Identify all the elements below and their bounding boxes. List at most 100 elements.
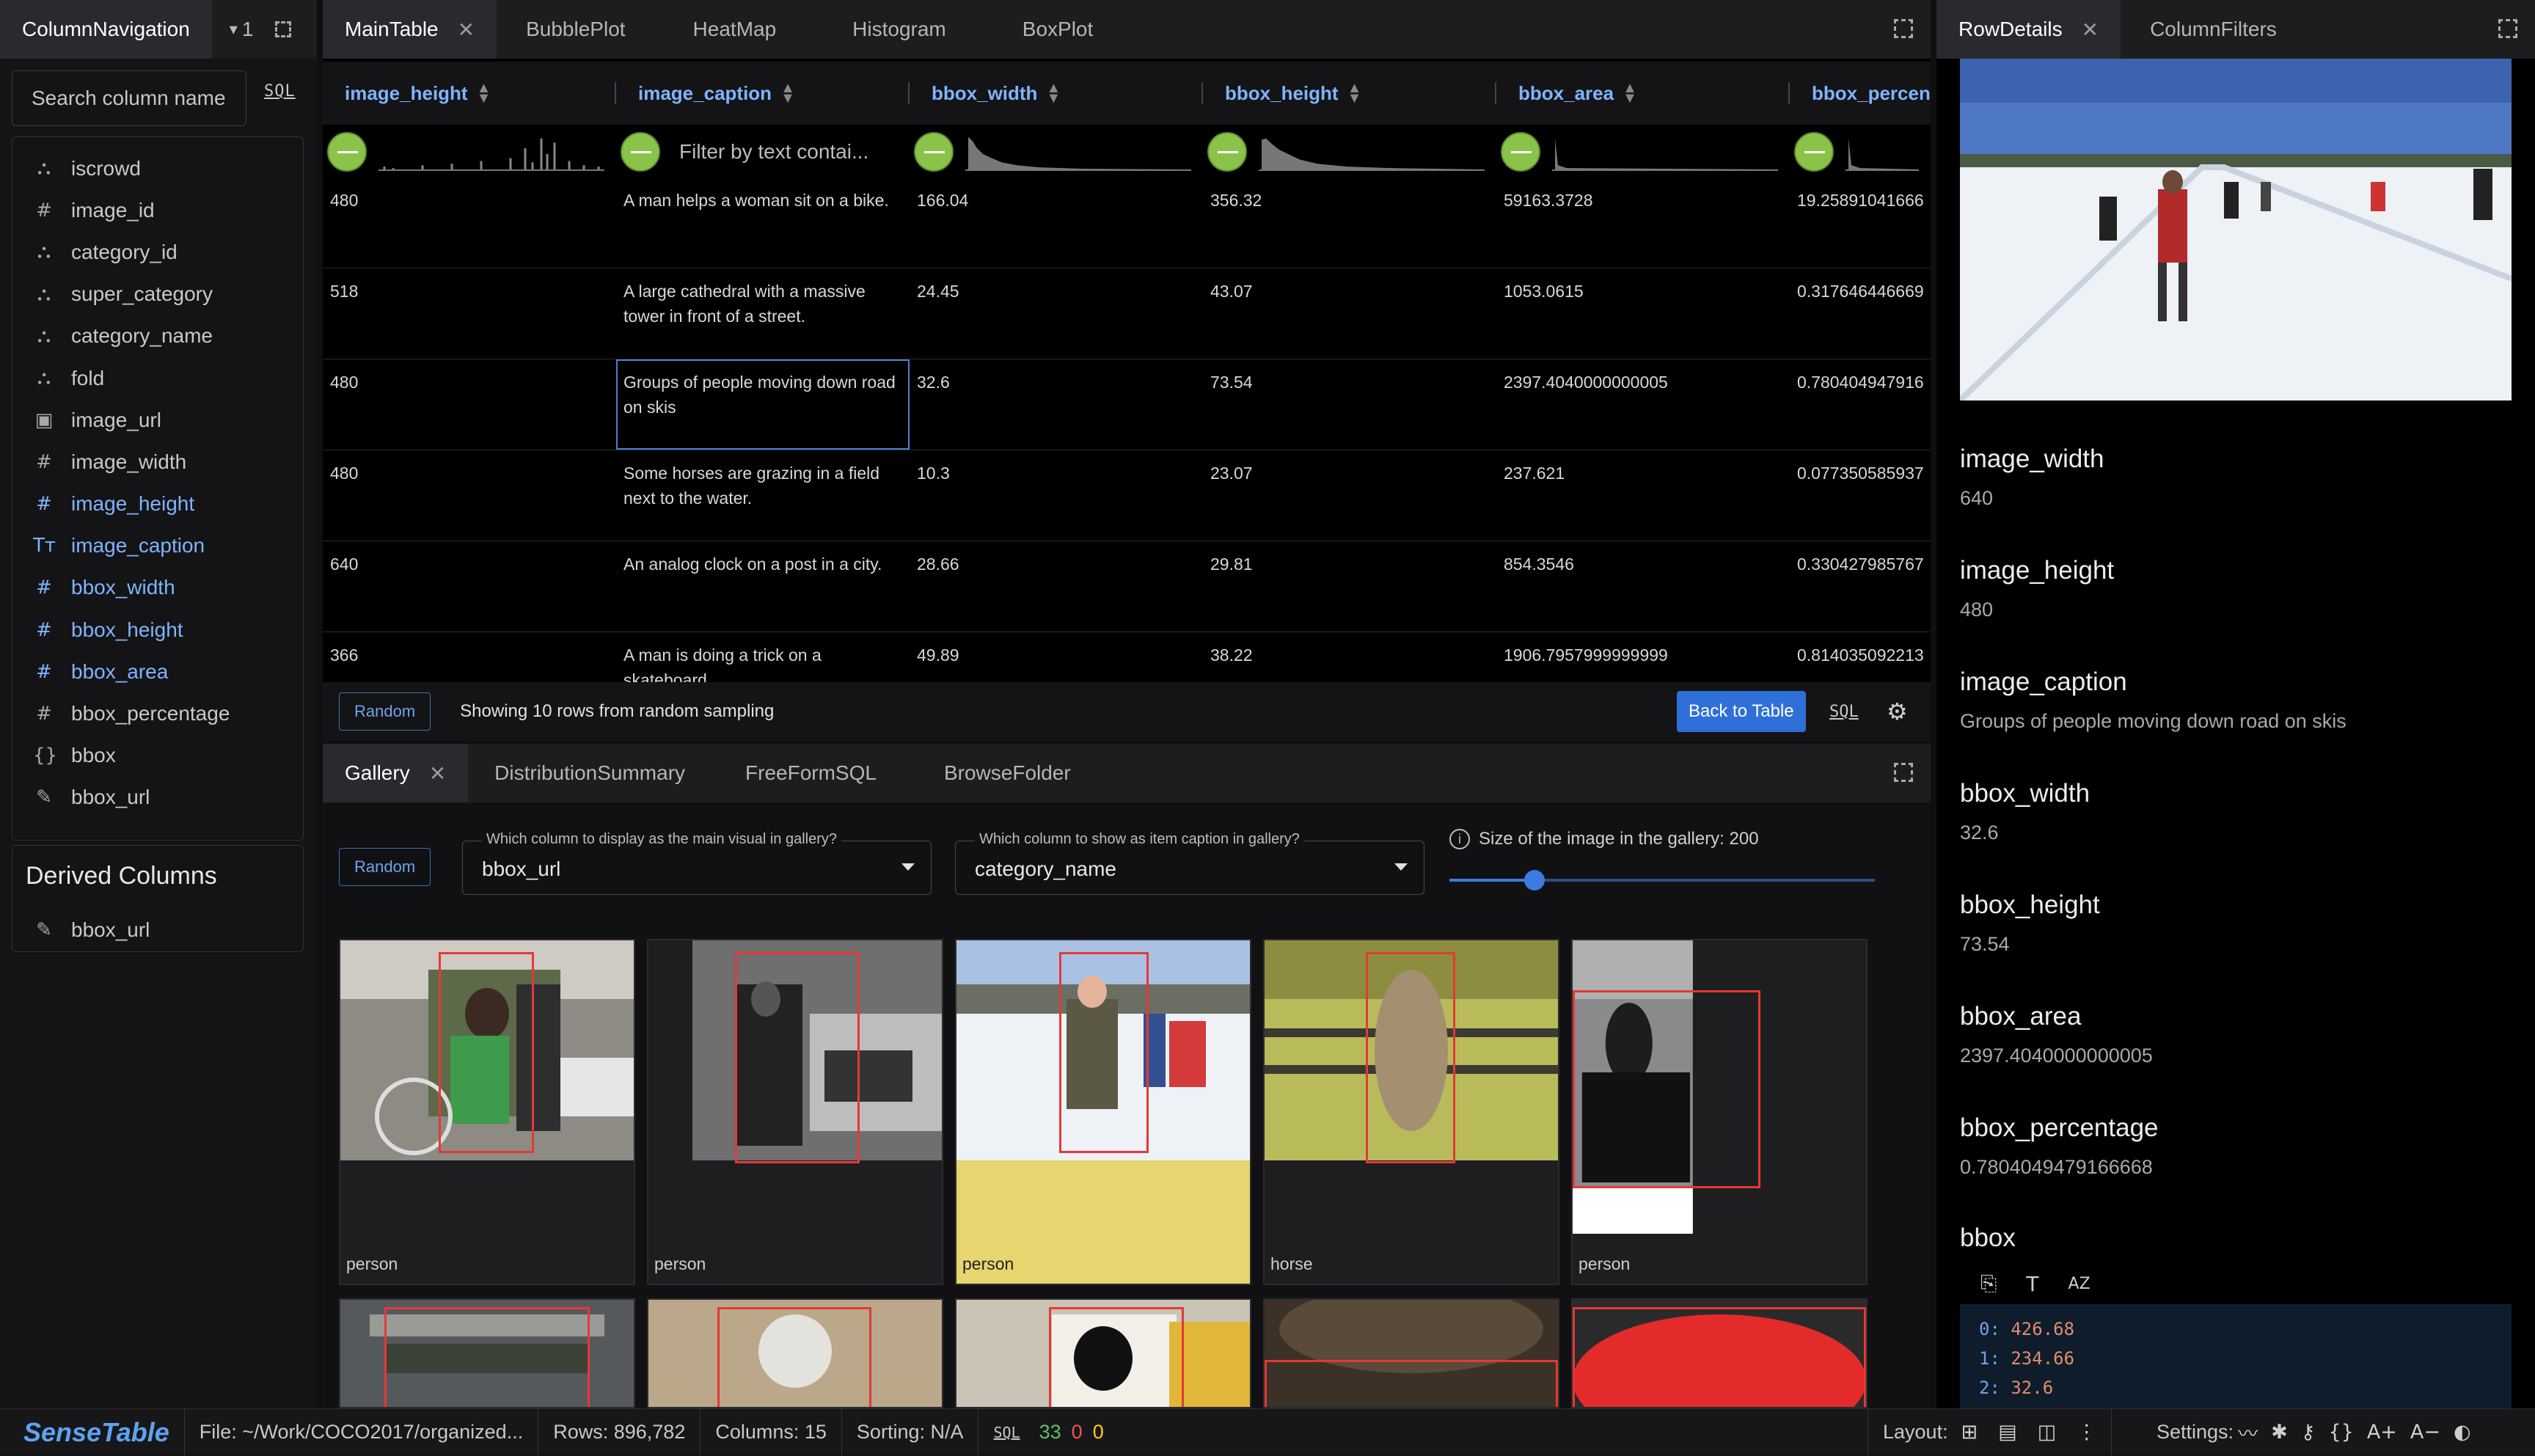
filter-toggle[interactable] <box>914 132 954 172</box>
chart-line-icon[interactable]: 〰 <box>2238 1418 2258 1446</box>
table-cell-image-height[interactable]: 640 <box>323 541 616 632</box>
tab-column-navigation[interactable]: ColumnNavigation <box>0 0 212 59</box>
visual-column-select[interactable]: Which column to display as the main visu… <box>462 831 932 895</box>
column-header-bbox-height[interactable]: bbox_height ▲ ▼ <box>1203 62 1496 125</box>
table-cell-bbox-percentage[interactable]: 19.25891041666 <box>1790 178 1931 268</box>
tab-histogram[interactable]: Histogram <box>814 0 984 59</box>
sort-icon[interactable]: ▲ ▼ <box>477 81 491 106</box>
table-cell-bbox-percentage[interactable]: 0.814035092213 <box>1790 632 1931 683</box>
table-cell-bbox-percentage[interactable]: 0.317646446669 <box>1790 268 1931 359</box>
layout-rows-icon[interactable]: ▤ <box>1998 1421 2017 1444</box>
random-button[interactable]: Random <box>339 692 431 731</box>
column-item-bbox-percentage[interactable]: # bbox_percentage <box>12 692 303 734</box>
table-cell-bbox-percentage[interactable]: 0.077350585937 <box>1790 450 1931 541</box>
gallery-item[interactable] <box>1263 1298 1559 1408</box>
table-row[interactable]: 480 Groups of people moving down road on … <box>323 359 1931 450</box>
close-icon[interactable]: ✕ <box>429 761 446 786</box>
layout-columns-icon[interactable]: ◫ <box>2038 1421 2057 1444</box>
column-item-super-category[interactable]: ⛬ super_category <box>12 274 303 315</box>
column-item-bbox-height[interactable]: # bbox_height <box>12 609 303 651</box>
table-cell-bbox-height[interactable]: 29.81 <box>1203 541 1496 632</box>
detail-value[interactable]: 0.7804049479166668 <box>1960 1156 2159 1179</box>
table-cell-image-caption[interactable]: A man helps a woman sit on a bike. <box>616 178 910 268</box>
detail-value[interactable]: 480 <box>1960 599 2114 621</box>
expand-icon[interactable] <box>1894 763 1913 782</box>
text-format-icon[interactable]: T <box>2026 1272 2038 1296</box>
table-cell-image-height[interactable]: 480 <box>323 359 616 450</box>
close-icon[interactable]: ✕ <box>458 18 475 42</box>
table-cell-bbox-area[interactable]: 854.3546 <box>1496 541 1790 632</box>
column-search-input[interactable]: Search column name <box>12 70 246 126</box>
column-header-bbox-area[interactable]: bbox_area ▲ ▼ <box>1496 62 1790 125</box>
table-row[interactable]: 640 An analog clock on a post in a city. 2… <box>323 541 1931 632</box>
gallery-item[interactable]: horse <box>1263 939 1559 1285</box>
chevron-down-icon[interactable]: ▾ <box>230 20 238 39</box>
expand-icon[interactable] <box>2498 19 2517 38</box>
key-icon[interactable]: ⚷ <box>2301 1421 2316 1444</box>
gallery-random-button[interactable]: Random <box>339 848 431 886</box>
column-item-bbox-width[interactable]: # bbox_width <box>12 567 303 609</box>
filter-toggle[interactable] <box>1501 132 1540 172</box>
table-cell-bbox-area[interactable]: 59163.3728 <box>1496 178 1790 268</box>
gallery-item-selected[interactable]: person <box>955 939 1251 1285</box>
histogram-sparkline[interactable] <box>965 133 1191 171</box>
layout-grid-icon[interactable]: ⊞ <box>1961 1421 1978 1444</box>
table-cell-bbox-width[interactable]: 24.45 <box>910 268 1203 359</box>
tab-row-details[interactable]: RowDetails ✕ <box>1936 0 2121 59</box>
caption-filter-input[interactable]: Filter by text contai... <box>679 140 868 164</box>
sql-button[interactable]: SQL <box>1829 703 1859 721</box>
size-slider-thumb[interactable] <box>1524 870 1545 890</box>
sql-label[interactable]: SQL <box>993 1424 1020 1441</box>
gallery-item[interactable] <box>1571 1298 1868 1408</box>
column-header-image-caption[interactable]: image_caption ▲ ▼ <box>616 62 910 125</box>
table-cell-image-caption[interactable]: A man is doing a trick on a skateboard. <box>616 632 910 683</box>
size-slider[interactable] <box>1449 870 1875 890</box>
gallery-item[interactable]: person <box>1571 939 1868 1285</box>
table-cell-bbox-width[interactable]: 32.6 <box>910 359 1203 450</box>
table-cell-bbox-height[interactable]: 43.07 <box>1203 268 1496 359</box>
table-cell-bbox-height[interactable]: 38.22 <box>1203 632 1496 683</box>
tab-box-plot[interactable]: BoxPlot <box>984 0 1132 59</box>
caption-column-select[interactable]: Which column to show as item caption in … <box>955 831 1424 895</box>
detail-value[interactable]: 640 <box>1960 487 2104 510</box>
detail-value[interactable]: 32.6 <box>1960 822 2090 844</box>
table-cell-bbox-width[interactable]: 166.04 <box>910 178 1203 268</box>
table-cell-bbox-area[interactable]: 237.621 <box>1496 450 1790 541</box>
table-row[interactable]: 480 A man helps a woman sit on a bike. 166… <box>323 178 1931 268</box>
clipboard-icon[interactable]: ⎘ <box>1980 1271 1997 1296</box>
column-item-image-height[interactable]: # image_height <box>12 483 303 525</box>
table-row[interactable]: 480 Some horses are grazing in a field ne… <box>323 450 1931 541</box>
detail-value[interactable]: Groups of people moving down road on ski… <box>1960 710 2346 733</box>
gallery-item[interactable] <box>339 1298 635 1408</box>
expand-icon[interactable] <box>275 21 292 37</box>
bug-icon[interactable]: ✱ <box>2271 1421 2288 1444</box>
font-decrease-icon[interactable]: A− <box>2410 1421 2440 1444</box>
table-cell-image-caption[interactable]: An analog clock on a post in a city. <box>616 541 910 632</box>
tab-bubble-plot[interactable]: BubblePlot <box>497 0 654 59</box>
tab-heat-map[interactable]: HeatMap <box>655 0 815 59</box>
tab-main-table[interactable]: MainTable ✕ <box>323 0 497 59</box>
dark-mode-icon[interactable]: ◐ <box>2454 1421 2471 1444</box>
column-header-bbox-width[interactable]: bbox_width ▲ ▼ <box>910 62 1203 125</box>
sort-icon[interactable]: ▲ ▼ <box>780 81 795 106</box>
gallery-item[interactable]: person <box>647 939 943 1285</box>
sort-icon[interactable]: ▲ ▼ <box>1347 81 1362 106</box>
filter-toggle[interactable] <box>327 132 367 172</box>
close-icon[interactable]: ✕ <box>2082 18 2099 42</box>
column-item-image-width[interactable]: # image_width <box>12 441 303 483</box>
tab-distribution-summary[interactable]: DistributionSummary <box>468 744 712 802</box>
tab-browse-folder[interactable]: BrowseFolder <box>910 744 1105 802</box>
more-vertical-icon[interactable]: ⋮ <box>2077 1421 2096 1444</box>
column-item-bbox-area[interactable]: # bbox_area <box>12 651 303 692</box>
sql-button[interactable]: SQL <box>264 82 296 100</box>
column-item-image-url[interactable]: ▣ image_url <box>12 399 303 441</box>
table-row[interactable]: 518 A large cathedral with a massive towe… <box>323 268 1931 359</box>
filter-toggle[interactable] <box>621 132 660 172</box>
histogram-sparkline[interactable] <box>1552 133 1778 171</box>
braces-icon[interactable]: {} <box>2328 1421 2353 1444</box>
table-cell-image-caption[interactable]: Groups of people moving down road on ski… <box>616 359 910 450</box>
column-item-category-name[interactable]: ⛬ category_name <box>12 315 303 357</box>
table-cell-image-caption[interactable]: A large cathedral with a massive tower i… <box>616 268 910 359</box>
table-row[interactable]: 366 A man is doing a trick on a skateboar… <box>323 632 1931 684</box>
table-cell-bbox-height[interactable]: 73.54 <box>1203 359 1496 450</box>
